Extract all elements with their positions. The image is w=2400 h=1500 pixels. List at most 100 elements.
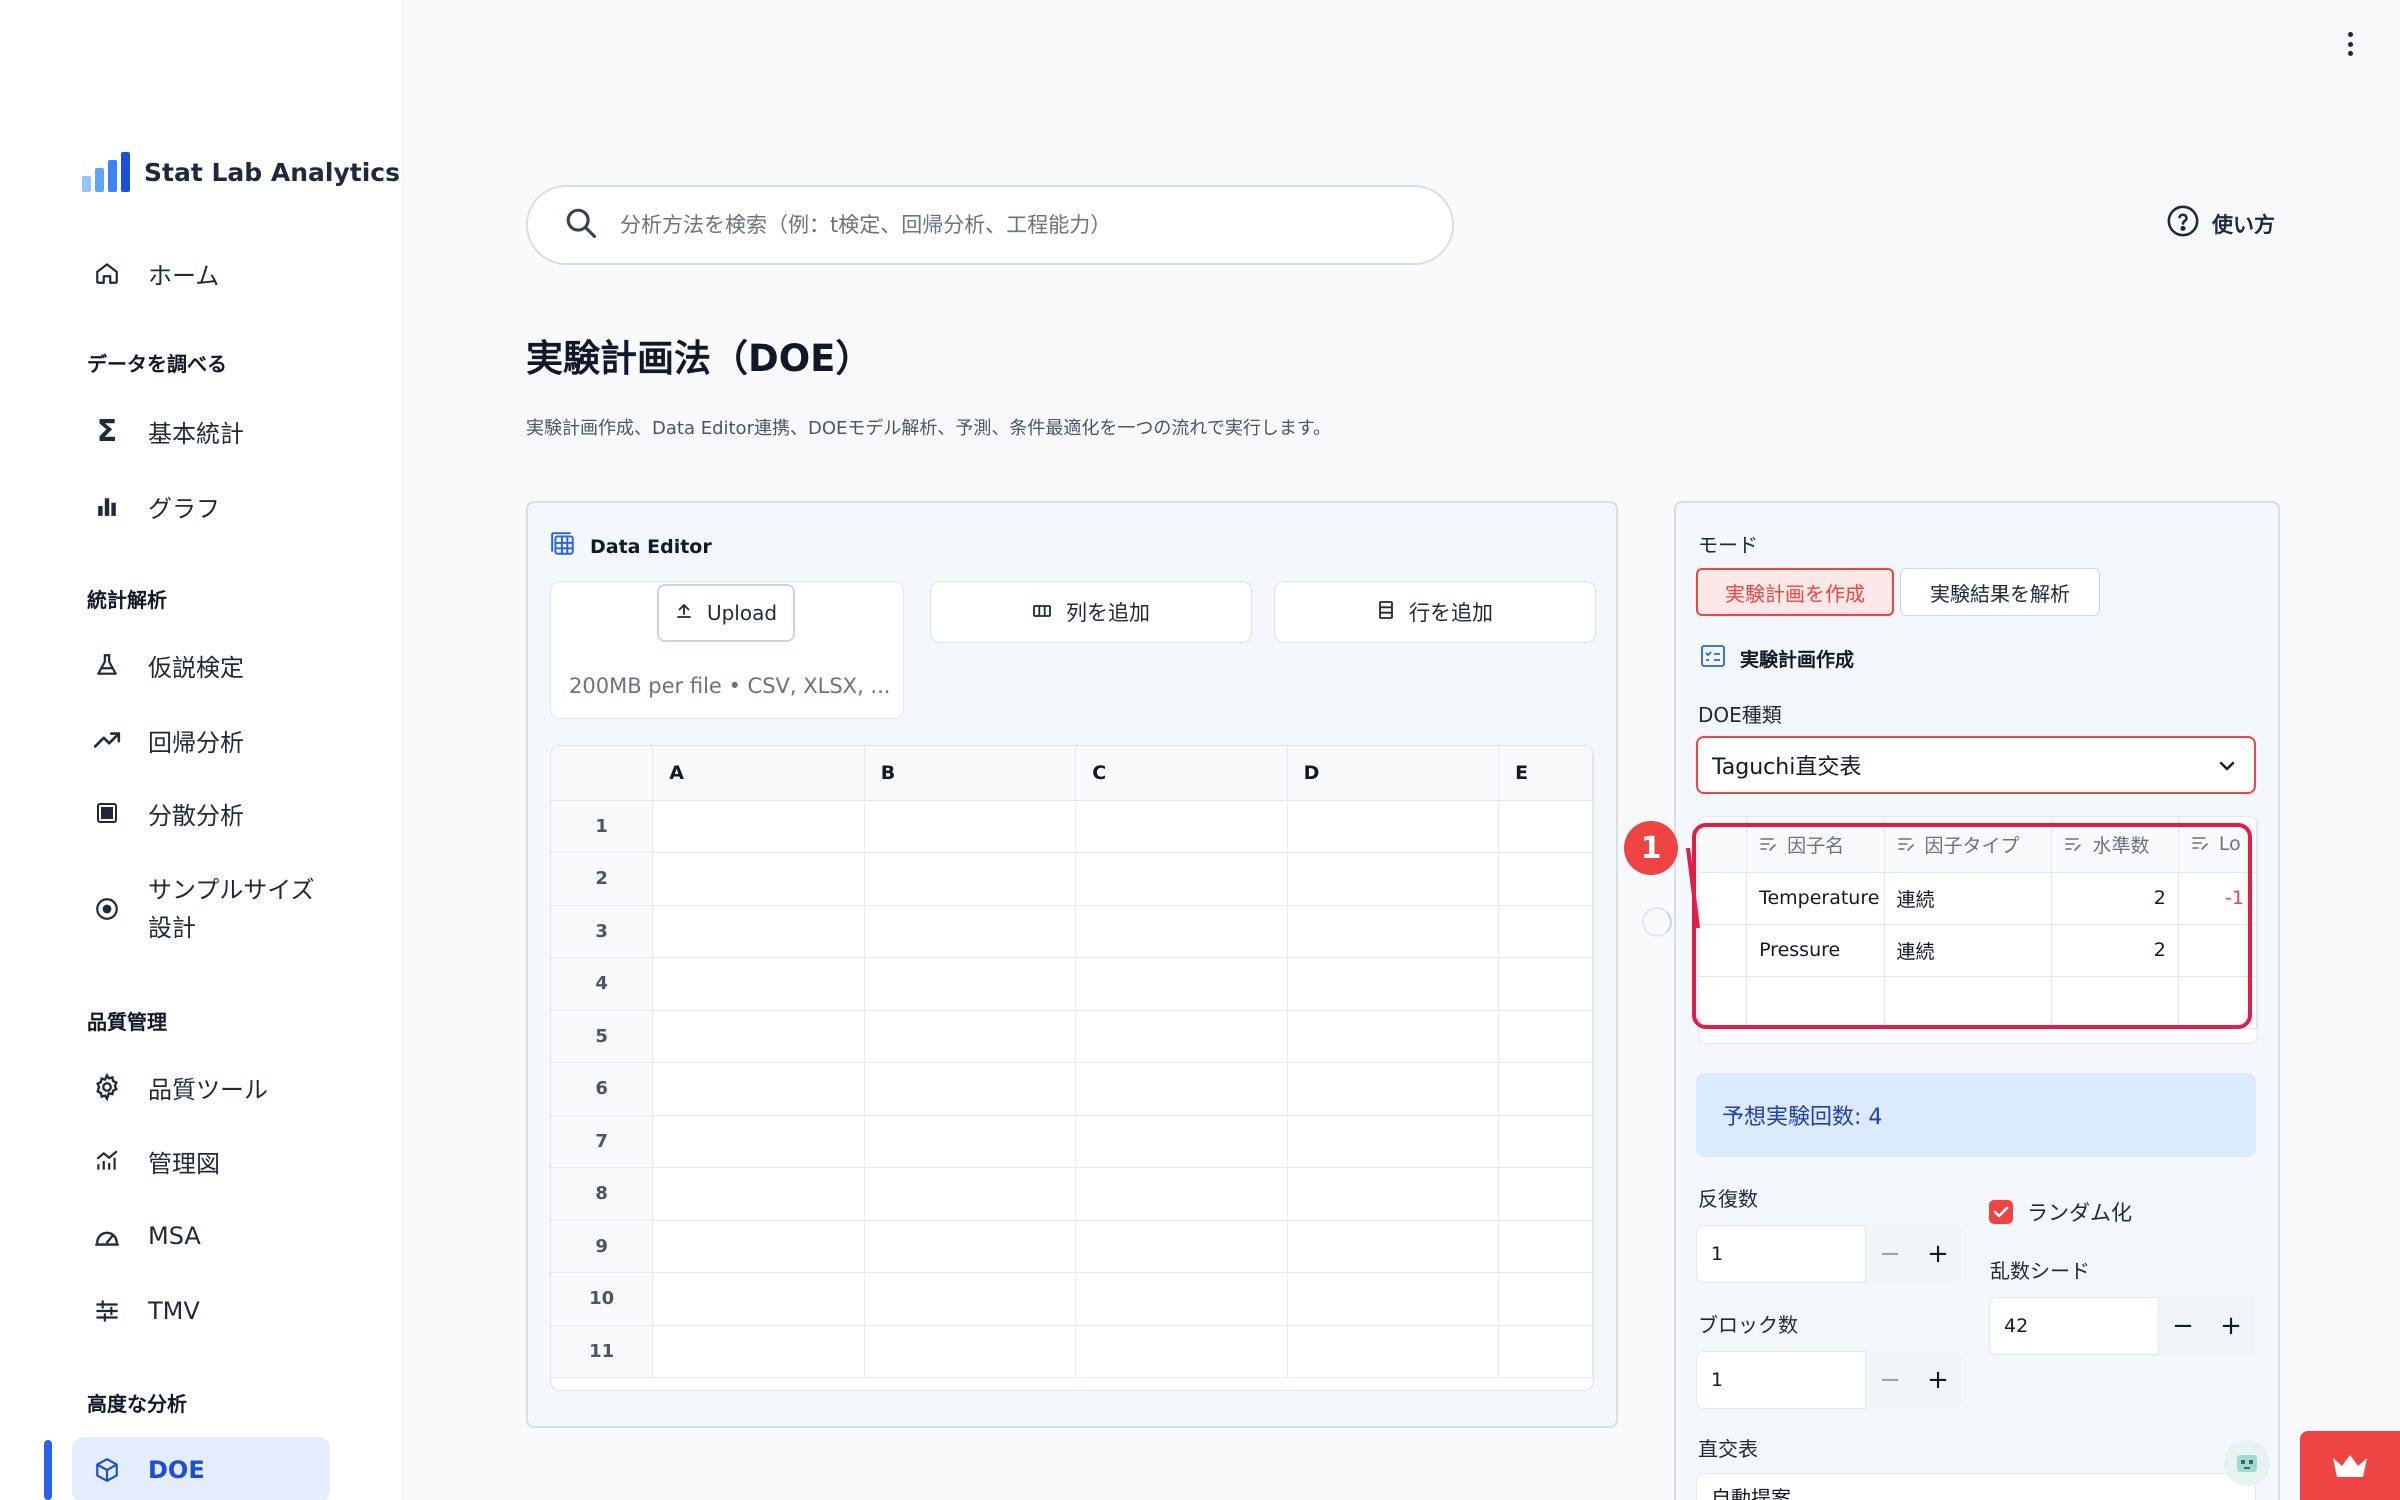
grid-cell[interactable] [1075,1115,1288,1168]
sidebar-item-msa[interactable]: MSA [72,1203,330,1269]
grid-cell[interactable] [652,1115,865,1168]
grid-cell[interactable] [652,1325,865,1378]
grid-cell[interactable] [1498,800,1593,853]
grid-cell[interactable] [652,1220,865,1273]
grid-cell[interactable] [652,1167,865,1221]
deploy-badge[interactable] [2300,1431,2400,1500]
grid-cell[interactable] [1075,1220,1288,1273]
grid-cell[interactable] [864,800,1077,853]
seed-input[interactable] [1989,1297,2159,1355]
grid-cell[interactable] [1287,905,1500,958]
grid-cell[interactable] [1498,1010,1593,1063]
sidebar-item-basic-stats[interactable]: Σ 基本統計 [72,398,330,464]
more-menu-icon[interactable] [2340,30,2360,58]
grid-cell[interactable] [864,1220,1077,1273]
sidebar-item-doe[interactable]: DOE [72,1437,330,1500]
plus-icon[interactable]: + [1914,1351,1962,1409]
grid-cell[interactable] [864,1115,1077,1168]
grid-cell[interactable] [1287,1272,1500,1326]
grid-cell[interactable] [1498,1167,1593,1221]
brand[interactable]: Stat Lab Analytics [82,152,400,192]
assistant-avatar[interactable] [2224,1440,2270,1486]
sidebar-item-control-chart[interactable]: 管理図 [72,1128,330,1194]
add-column-button[interactable]: 列を追加 [930,581,1252,643]
grid-cell[interactable] [864,1062,1077,1116]
grid-cell[interactable] [1075,800,1288,853]
grid-cell[interactable] [864,905,1077,958]
grid-cell[interactable] [1075,852,1288,906]
grid-cell[interactable] [1075,905,1288,958]
grid-cell[interactable] [652,1010,865,1063]
grid-cell[interactable] [1287,1010,1500,1063]
grid-cell[interactable] [1498,1062,1593,1116]
grid-cell[interactable] [1075,957,1288,1011]
help-button[interactable]: 使い方 [2166,204,2275,243]
grid-cell[interactable] [864,1167,1077,1221]
grid-cell[interactable] [1075,1272,1288,1326]
grid-cell[interactable] [1075,1010,1288,1063]
column-header-a[interactable]: A [652,746,865,801]
search-input[interactable] [620,213,1420,237]
sidebar-item-anova[interactable]: 分散分析 [72,780,330,846]
grid-cell[interactable] [652,800,865,853]
mode-create-button[interactable]: 実験計画を作成 [1696,568,1894,616]
grid-cell[interactable] [1075,1062,1288,1116]
grid-cell[interactable] [1287,800,1500,853]
sidebar-item-home[interactable]: ホーム [72,240,330,306]
grid-cell[interactable] [864,852,1077,906]
doe-type-select[interactable]: Taguchi直交表 [1696,736,2256,794]
sidebar-item-sample-size[interactable]: サンプルサイズ 設計 [72,864,330,954]
plus-icon[interactable]: + [2207,1297,2255,1355]
grid-cell[interactable] [652,1272,865,1326]
grid-cell[interactable] [1287,957,1500,1011]
orthogonal-select[interactable]: 自動提案 [1696,1473,2256,1500]
grid-cell[interactable] [652,905,865,958]
grid-cell[interactable] [864,1325,1077,1378]
sidebar-item-regression[interactable]: 回帰分析 [72,707,330,773]
grid-cell[interactable] [1287,1167,1500,1221]
grid-cell[interactable] [1498,1220,1593,1273]
grid-cell[interactable] [1498,1272,1593,1326]
plus-icon[interactable]: + [1914,1225,1962,1283]
grid-cell[interactable] [1075,1325,1288,1378]
replicates-stepper[interactable]: − + [1696,1225,1962,1283]
grid-cell[interactable] [1498,905,1593,958]
seed-stepper[interactable]: − + [1989,1297,2255,1355]
column-header-d[interactable]: D [1287,746,1500,801]
minus-icon[interactable]: − [1866,1351,1914,1409]
replicates-input[interactable] [1696,1225,1866,1283]
grid-cell[interactable] [1287,1062,1500,1116]
grid-cell[interactable] [1287,1325,1500,1378]
upload-dropzone[interactable]: Upload 200MB per file • CSV, XLSX, ... [550,581,904,719]
sidebar-item-tmv[interactable]: TMV [72,1278,330,1344]
sidebar-item-graph[interactable]: グラフ [72,473,330,539]
sidebar-item-quality-tools[interactable]: 品質ツール [72,1054,330,1120]
grid-cell[interactable] [1287,852,1500,906]
upload-button[interactable]: Upload [657,584,795,642]
grid-cell[interactable] [864,1010,1077,1063]
grid-cell[interactable] [1075,1167,1288,1221]
column-header-c[interactable]: C [1075,746,1288,801]
column-header-e[interactable]: E [1498,746,1593,801]
search-bar[interactable] [526,185,1454,265]
grid-cell[interactable] [652,957,865,1011]
add-row-button[interactable]: 行を追加 [1274,581,1596,643]
randomize-checkbox[interactable]: ランダム化 [1989,1197,2132,1227]
grid-cell[interactable] [1498,1325,1593,1378]
grid-cell[interactable] [864,1272,1077,1326]
grid-cell[interactable] [1287,1115,1500,1168]
grid-cell[interactable] [1498,852,1593,906]
grid-cell[interactable] [1287,1220,1500,1273]
data-grid[interactable]: A B C D E 1 2 3 4 5 6 7 8 9 10 11 [550,745,1594,1391]
sidebar-item-hypothesis-test[interactable]: 仮説検定 [72,632,330,698]
grid-cell[interactable] [652,852,865,906]
mode-analyze-button[interactable]: 実験結果を解析 [1900,568,2100,616]
blocks-input[interactable] [1696,1351,1866,1409]
blocks-stepper[interactable]: − + [1696,1351,1962,1409]
column-header-b[interactable]: B [864,746,1077,801]
grid-cell[interactable] [1498,1115,1593,1168]
minus-icon[interactable]: − [2159,1297,2207,1355]
grid-cell[interactable] [1498,957,1593,1011]
grid-cell[interactable] [652,1062,865,1116]
grid-cell[interactable] [864,957,1077,1011]
